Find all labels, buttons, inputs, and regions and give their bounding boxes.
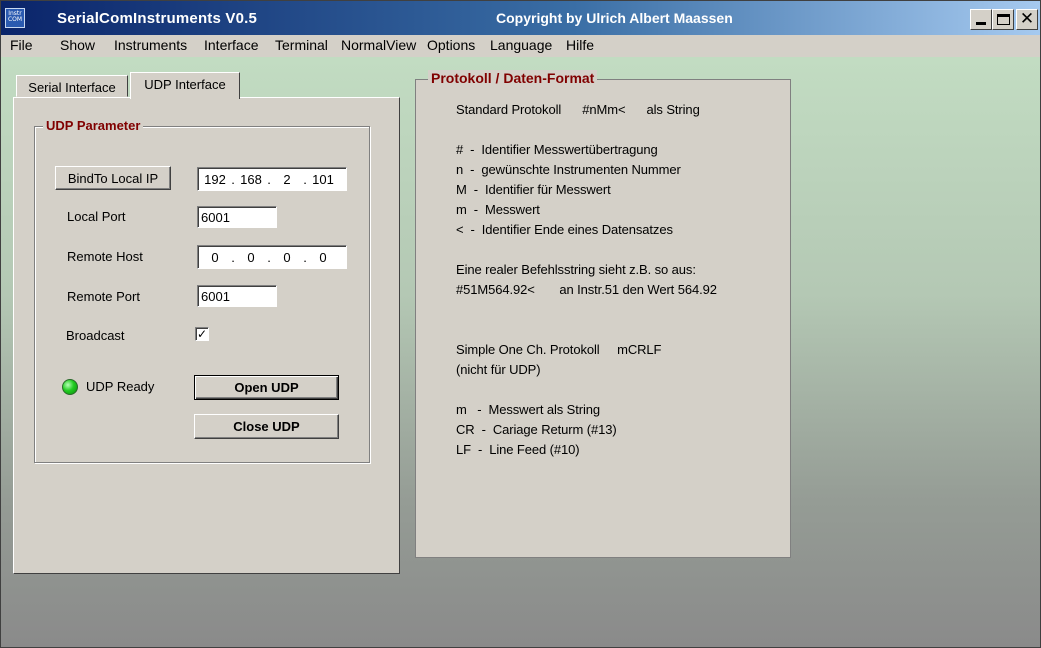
- ip-dot: .: [231, 249, 235, 265]
- udp-parameter-group: UDP Parameter BindTo Local IP 192. 168. …: [34, 118, 370, 463]
- local-ip-octet-4: 101: [312, 171, 334, 187]
- remote-host-field[interactable]: 0. 0. 0. 0: [197, 245, 347, 269]
- udp-status-led-icon: [62, 379, 78, 395]
- protocol-line: Eine realer Befehlsstring sieht z.B. so …: [456, 262, 696, 277]
- close-icon: ✕: [1019, 9, 1035, 29]
- local-ip-octet-2: 168: [240, 171, 262, 187]
- remote-host-octet-1: 0: [211, 249, 219, 265]
- app-window: Instr COM SerialComInstruments V0.5 Copy…: [0, 0, 1041, 648]
- protocol-line: #51M564.92< an Instr.51 den Wert 564.92: [456, 282, 717, 297]
- tab-udp-interface[interactable]: UDP Interface: [130, 72, 240, 99]
- open-udp-button[interactable]: Open UDP: [194, 375, 339, 400]
- minimize-button[interactable]: [970, 9, 992, 30]
- remote-host-octet-4: 0: [319, 249, 327, 265]
- menu-hilfe[interactable]: Hilfe: [566, 37, 594, 53]
- maximize-icon: [996, 14, 1010, 25]
- local-port-input[interactable]: 6001: [197, 206, 277, 228]
- menu-options[interactable]: Options: [427, 37, 475, 53]
- remote-port-input[interactable]: 6001: [197, 285, 277, 307]
- protocol-line: < - Identifier Ende eines Datensatzes: [456, 222, 673, 237]
- remote-host-octet-3: 0: [283, 249, 291, 265]
- protocol-line: # - Identifier Messwertübertragung: [456, 142, 658, 157]
- remote-host-octet-2: 0: [247, 249, 255, 265]
- udp-parameter-title: UDP Parameter: [43, 118, 144, 133]
- protocol-line: Standard Protokoll #nMm< als String: [456, 102, 700, 117]
- protocol-line: CR - Cariage Returm (#13): [456, 422, 617, 437]
- ip-dot: .: [303, 249, 307, 265]
- close-button[interactable]: ✕: [1016, 9, 1038, 30]
- window-controls: ✕: [970, 9, 1038, 30]
- menu-interface[interactable]: Interface: [204, 37, 258, 53]
- ip-dot: .: [231, 171, 235, 187]
- local-ip-octet-1: 192: [204, 171, 226, 187]
- copyright-text: Copyright by Ulrich Albert Maassen: [496, 10, 733, 26]
- udp-status-label: UDP Ready: [86, 379, 155, 394]
- ip-dot: .: [267, 171, 271, 187]
- menu-normalview[interactable]: NormalView: [341, 37, 416, 53]
- maximize-button[interactable]: [992, 9, 1014, 30]
- remote-host-label: Remote Host: [67, 249, 143, 264]
- client-area: Serial Interface UDP Interface UDP Param…: [1, 57, 1040, 647]
- protocol-line: m - Messwert als String: [456, 402, 601, 417]
- title-bar[interactable]: Instr COM SerialComInstruments V0.5 Copy…: [1, 1, 1040, 35]
- udp-tab-panel: UDP Parameter BindTo Local IP 192. 168. …: [13, 97, 400, 574]
- protocol-format-title: Protokoll / Daten-Format: [428, 70, 598, 86]
- close-udp-button[interactable]: Close UDP: [194, 414, 339, 439]
- protocol-line: Simple One Ch. Protokoll mCRLF: [456, 342, 662, 357]
- broadcast-checkbox[interactable]: ✓: [195, 327, 209, 341]
- menu-terminal[interactable]: Terminal: [275, 37, 328, 53]
- bind-local-ip-button[interactable]: BindTo Local IP: [55, 166, 171, 190]
- app-icon: Instr COM: [5, 8, 25, 28]
- menu-show[interactable]: Show: [60, 37, 95, 53]
- remote-port-label: Remote Port: [67, 289, 140, 304]
- protocol-line: LF - Line Feed (#10): [456, 442, 580, 457]
- local-ip-field[interactable]: 192. 168. 2. 101: [197, 167, 347, 191]
- ip-dot: .: [303, 171, 307, 187]
- menu-bar: File Show Instruments Interface Terminal…: [1, 35, 1040, 56]
- protocol-format-group: Protokoll / Daten-Format Standard Protok…: [415, 70, 791, 558]
- local-ip-octet-3: 2: [283, 171, 291, 187]
- broadcast-label: Broadcast: [66, 328, 125, 343]
- menu-file[interactable]: File: [10, 37, 33, 53]
- protocol-line: M - Identifier für Messwert: [456, 182, 611, 197]
- menu-instruments[interactable]: Instruments: [114, 37, 187, 53]
- menu-language[interactable]: Language: [490, 37, 552, 53]
- protocol-line: (nicht für UDP): [456, 362, 541, 377]
- protocol-line: m - Messwert: [456, 202, 540, 217]
- local-port-label: Local Port: [67, 209, 126, 224]
- ip-dot: .: [267, 249, 271, 265]
- window-title: SerialComInstruments V0.5: [57, 10, 258, 27]
- minimize-icon: [976, 22, 986, 25]
- tab-serial-interface[interactable]: Serial Interface: [16, 75, 128, 97]
- protocol-line: n - gewünschte Instrumenten Nummer: [456, 162, 681, 177]
